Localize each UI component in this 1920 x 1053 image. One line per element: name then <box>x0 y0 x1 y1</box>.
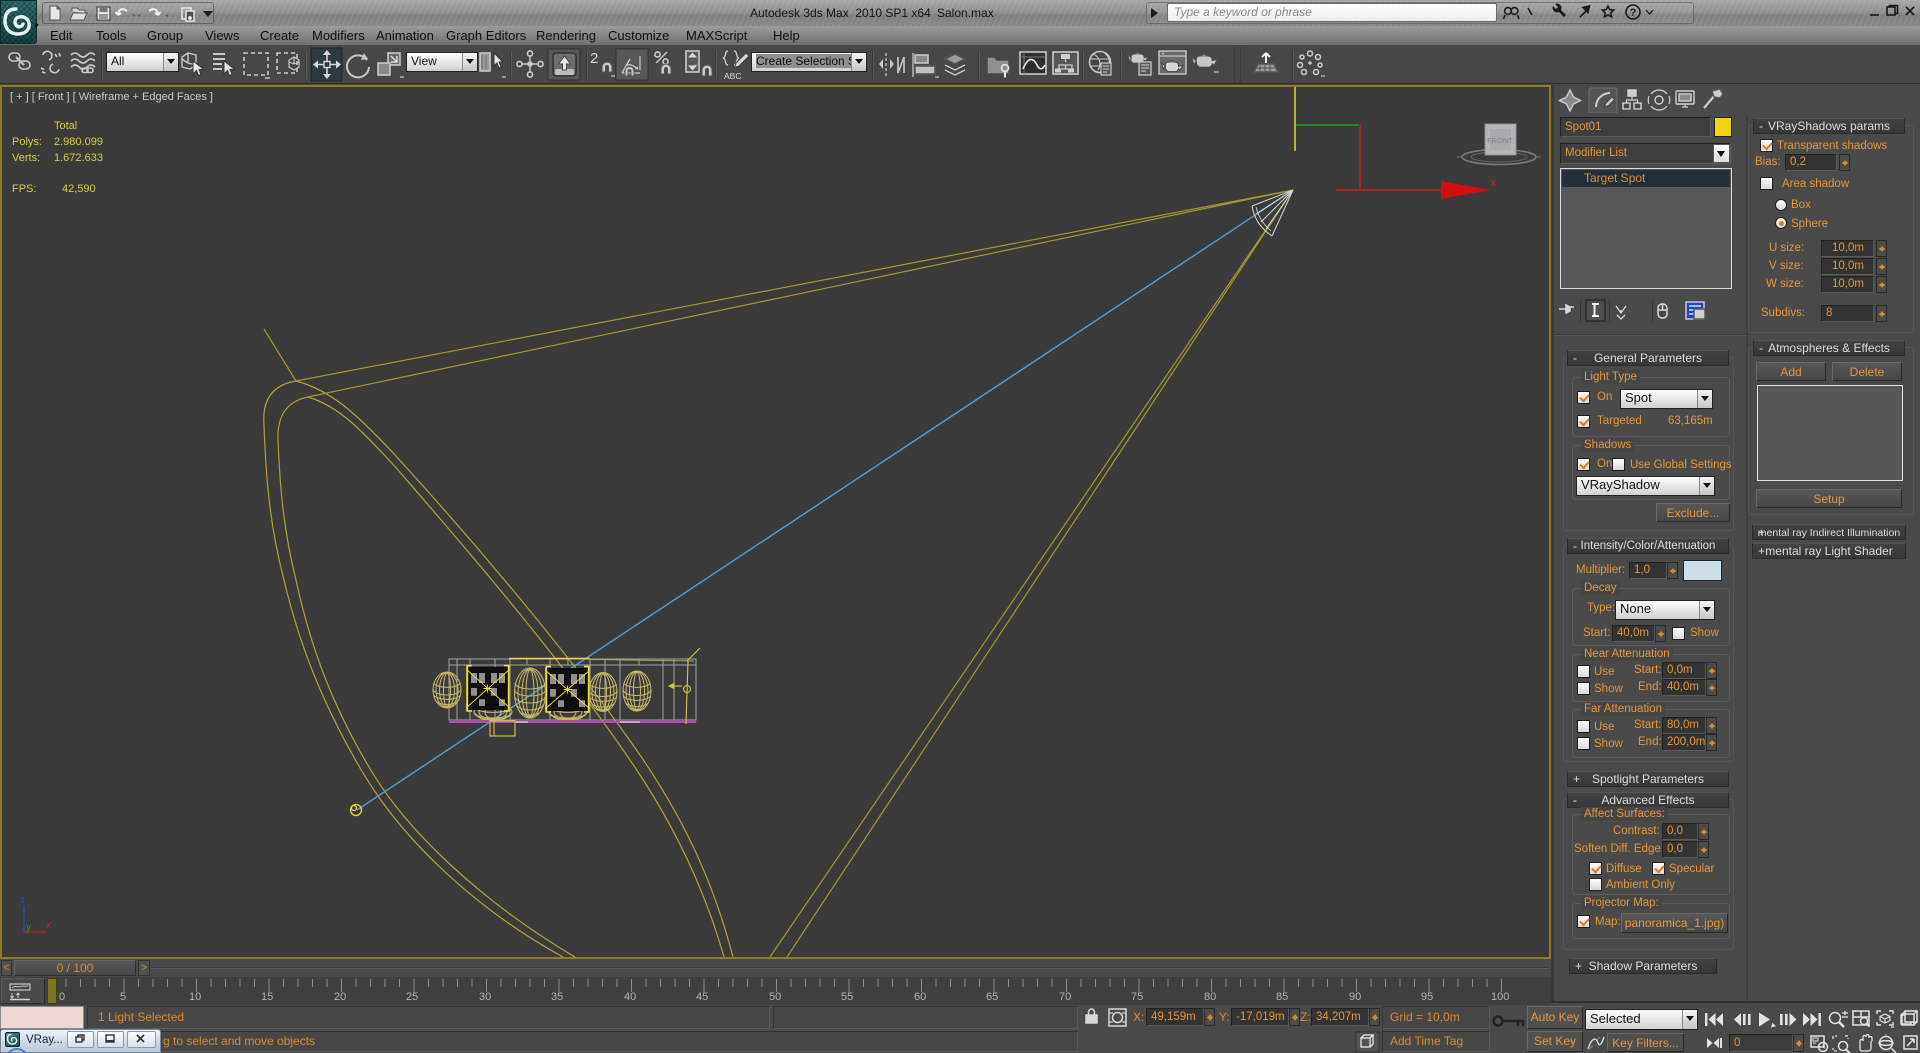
svg-text:FPS:: FPS: <box>12 183 36 195</box>
svg-text:[ + ] [ Front ] [ Wireframe +: [ + ] [ Front ] [ Wireframe + Edged Face… <box>10 91 213 103</box>
svg-text:FRONT: FRONT <box>1487 136 1513 145</box>
svg-text:42,590: 42,590 <box>62 183 96 195</box>
svg-text:ABC: ABC <box>724 71 741 81</box>
svg-text:?: ? <box>1630 7 1637 19</box>
svg-text:x: x <box>46 920 51 931</box>
svg-text:2.980.099: 2.980.099 <box>54 136 103 148</box>
svg-text:y: y <box>26 922 31 933</box>
svg-text:z: z <box>20 895 25 906</box>
svg-text:Total: Total <box>54 120 77 132</box>
svg-text:Verts:: Verts: <box>12 152 40 164</box>
svg-text:1.672.633: 1.672.633 <box>54 152 103 164</box>
svg-text:Polys:: Polys: <box>12 136 42 148</box>
svg-text:2: 2 <box>590 50 598 67</box>
svg-text:x: x <box>1491 178 1496 189</box>
